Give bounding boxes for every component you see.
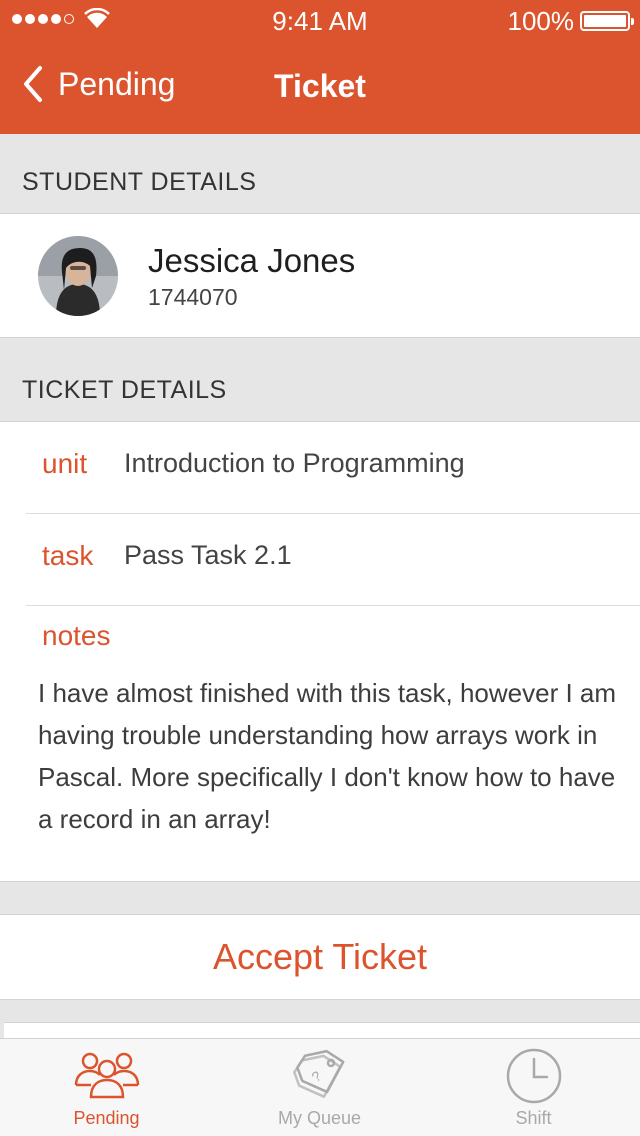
battery-icon bbox=[580, 11, 634, 31]
tab-pending[interactable]: Pending bbox=[0, 1039, 213, 1136]
avatar bbox=[38, 236, 118, 316]
task-value: Pass Task 2.1 bbox=[124, 540, 292, 570]
student-name: Jessica Jones bbox=[148, 242, 356, 279]
clock-icon bbox=[506, 1048, 561, 1104]
task-key: task bbox=[42, 540, 94, 571]
student-card: Jessica Jones 1744070 bbox=[0, 214, 640, 338]
accept-ticket-button[interactable]: Accept Ticket bbox=[0, 914, 640, 1000]
task-row: task Pass Task 2.1 bbox=[26, 514, 640, 606]
tab-my-queue[interactable]: ? My Queue bbox=[213, 1039, 426, 1136]
navigation-bar: Pending Ticket bbox=[0, 40, 640, 134]
tab-bar: Pending ? My Queue Shift bbox=[0, 1038, 640, 1136]
tab-my-queue-label: My Queue bbox=[277, 1108, 362, 1128]
tab-shift[interactable]: Shift bbox=[427, 1039, 640, 1136]
tag-icon: ? bbox=[292, 1049, 344, 1098]
unit-value: Introduction to Programming bbox=[124, 448, 465, 478]
unit-key: unit bbox=[42, 448, 88, 479]
tab-shift-label: Shift bbox=[515, 1108, 552, 1128]
svg-text:?: ? bbox=[308, 1067, 324, 1085]
tab-pending-label: Pending bbox=[73, 1108, 140, 1128]
status-bar: 9:41 AM 100% bbox=[0, 0, 640, 40]
student-details-header-label: STUDENT DETAILS bbox=[22, 168, 257, 196]
ticket-details-header-label: TICKET DETAILS bbox=[22, 376, 227, 404]
ticket-details-card: unit Introduction to Programming task Pa… bbox=[0, 422, 640, 882]
unit-row: unit Introduction to Programming bbox=[26, 422, 640, 514]
people-icon bbox=[74, 1052, 139, 1099]
student-details-header: STUDENT DETAILS bbox=[0, 134, 640, 214]
notes-key: notes bbox=[42, 620, 111, 651]
page-title: Ticket bbox=[274, 68, 366, 104]
student-id: 1744070 bbox=[148, 284, 238, 310]
notes-text: I have almost finished with this task, h… bbox=[38, 678, 617, 834]
battery-percentage: 100% bbox=[507, 6, 575, 36]
ticket-details-header: TICKET DETAILS bbox=[0, 338, 640, 422]
